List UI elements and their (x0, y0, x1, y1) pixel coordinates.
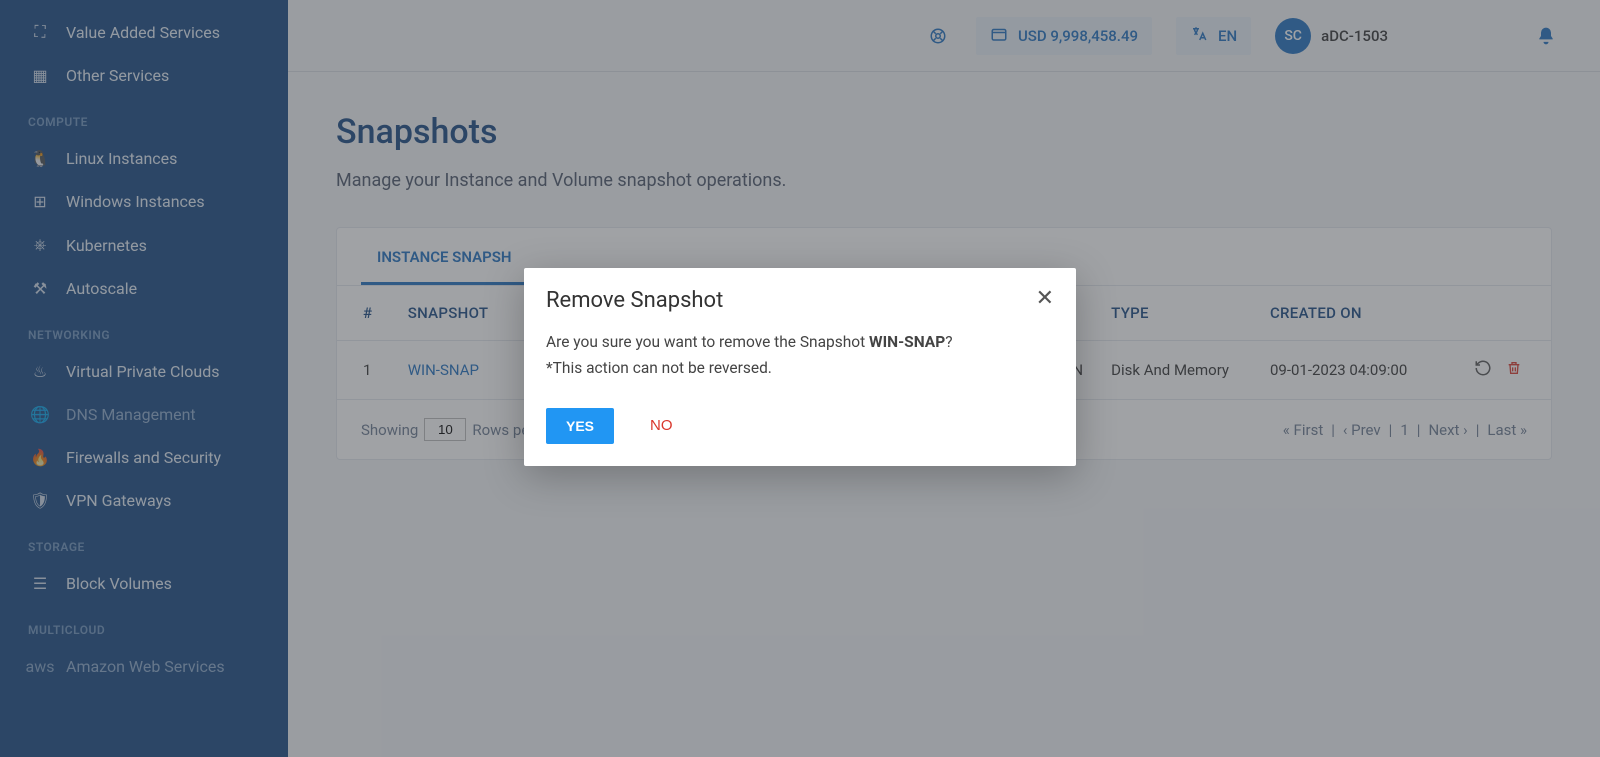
modal-note: *This action can not be reversed. (546, 359, 772, 377)
close-icon[interactable]: ✕ (1036, 288, 1054, 310)
modal-body: Are you sure you want to remove the Snap… (524, 323, 1076, 392)
modal-body-prefix: Are you sure you want to remove the Snap… (546, 333, 869, 351)
modal-body-suffix: ? (945, 333, 952, 351)
no-button[interactable]: NO (650, 417, 673, 434)
remove-snapshot-modal: Remove Snapshot ✕ Are you sure you want … (524, 268, 1076, 466)
modal-body-name: WIN-SNAP (869, 333, 945, 351)
modal-title: Remove Snapshot (546, 288, 723, 313)
modal-overlay[interactable]: Remove Snapshot ✕ Are you sure you want … (0, 0, 1600, 757)
yes-button[interactable]: YES (546, 408, 614, 444)
